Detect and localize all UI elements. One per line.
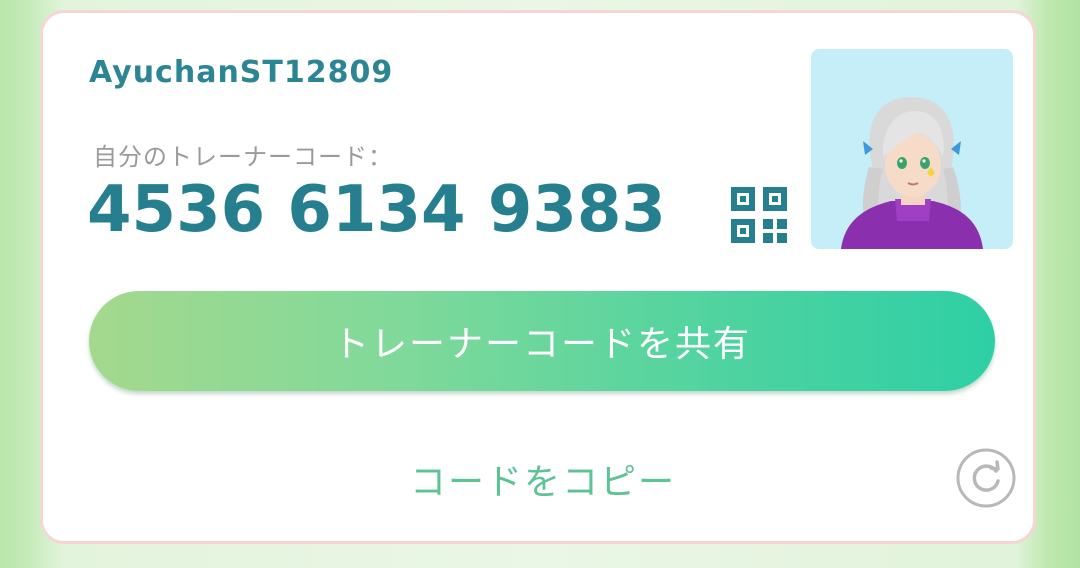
refresh-icon[interactable] bbox=[955, 447, 1017, 509]
trainer-code-card: AyuchanST12809 自分のトレーナーコード： 4536 6134 93… bbox=[40, 10, 1036, 544]
qr-code-icon-graphic bbox=[731, 187, 787, 243]
trainer-code-label: 自分のトレーナーコード： bbox=[93, 143, 393, 171]
refresh-icon-graphic bbox=[956, 448, 1016, 508]
share-trainer-code-button[interactable]: トレーナーコードを共有 bbox=[89, 291, 995, 391]
trainer-avatar[interactable] bbox=[811, 49, 1013, 249]
qr-code-icon[interactable] bbox=[729, 185, 789, 245]
trainer-code-value: 4536 6134 9383 bbox=[87, 173, 666, 247]
trainer-name: AyuchanST12809 bbox=[89, 55, 394, 90]
copy-code-link[interactable]: コードをコピー bbox=[383, 453, 703, 505]
avatar-illustration bbox=[841, 97, 983, 249]
